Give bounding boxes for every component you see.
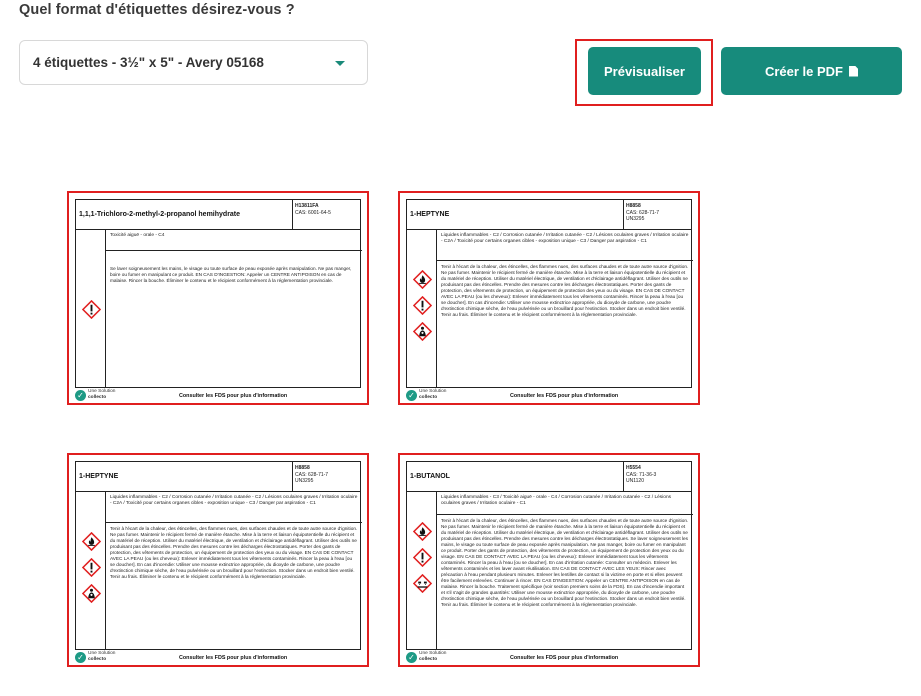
format-select[interactable]: 4 étiquettes - 3½" x 5" - Avery 05168: [19, 40, 368, 85]
label-preview: 1-HEPTYNE H8858 CAS: 628-71-7 UN3295 Liq…: [67, 453, 369, 667]
ghs-flame-icon: [412, 269, 433, 290]
section-divider: [437, 260, 693, 261]
file-icon: [849, 65, 859, 77]
logo-line-2: collecto: [88, 657, 107, 662]
precautionary-statements: Tenir à l'écart de la chaleur, des étinc…: [110, 526, 358, 579]
ghs-flame-icon: [81, 531, 102, 552]
collecto-logo-text: Une Solution collecto: [88, 651, 115, 663]
sds-footer-text: Consulter les FDS pour plus d'informatio…: [510, 655, 619, 661]
ghs-corrosion-icon: [412, 573, 433, 594]
ghs-exclamation-icon: [81, 557, 102, 578]
logo-line-2: collecto: [419, 657, 438, 662]
ghs-exclamation-icon: [412, 547, 433, 568]
logo-line-2: collecto: [419, 395, 438, 400]
ghs-exclamation-icon: [81, 299, 102, 320]
product-codes: H13811FA CAS: 6001-64-5: [292, 200, 362, 230]
preview-button-label: Prévisualiser: [604, 63, 685, 79]
label-preview: 1-HEPTYNE H8858 CAS: 628-71-7 UN3295 Liq…: [398, 191, 700, 405]
un-number: UN3295: [626, 216, 645, 222]
ghs-health-hazard-icon: [412, 321, 433, 342]
label-body: 1-HEPTYNE H8858 CAS: 628-71-7 UN3295 Liq…: [75, 461, 362, 650]
ghs-health-hazard-icon: [81, 583, 102, 604]
collecto-logo-icon: ✓: [75, 390, 86, 401]
section-divider: [106, 250, 362, 251]
product-codes: H5554 CAS: 71-36-3 UN1120: [623, 462, 693, 492]
pictogram-column: [76, 492, 106, 650]
product-name: 1,1,1-Trichloro-2-methyl-2-propanol hemi…: [79, 211, 241, 218]
label-body: 1-HEPTYNE H8858 CAS: 628-71-7 UN3295 Liq…: [406, 199, 693, 388]
format-select-value: 4 étiquettes - 3½" x 5" - Avery 05168: [33, 55, 264, 70]
label-preview: 1-BUTANOL H5554 CAS: 71-36-3 UN1120 Liqu…: [398, 453, 700, 667]
preview-button[interactable]: Prévisualiser: [588, 47, 701, 95]
create-pdf-button[interactable]: Créer le PDF: [721, 47, 902, 95]
product-codes: H8858 CAS: 628-71-7 UN3295: [623, 200, 693, 230]
pictogram-column: [76, 230, 106, 388]
hazard-statements: Liquides inflammables - C3 / Toxicité ai…: [441, 495, 672, 506]
logo-line-1: Une Solution: [88, 389, 116, 394]
label-body: 1,1,1-Trichloro-2-methyl-2-propanol hemi…: [75, 199, 362, 388]
product-name: 1-HEPTYNE: [410, 211, 450, 218]
precautionary-statements: Tenir à l'écart de la chaleur, des étinc…: [441, 264, 689, 317]
sds-footer-text: Consulter les FDS pour plus d'informatio…: [179, 655, 288, 661]
product-codes: H8858 CAS: 628-71-7 UN3295: [292, 462, 362, 492]
label-header: 1-HEPTYNE H8858 CAS: 628-71-7 UN3295: [76, 462, 360, 492]
precautionary-statements: Tenir à l'écart de la chaleur, des étinc…: [441, 518, 689, 607]
collecto-logo-text: Une Solution collecto: [419, 389, 446, 401]
label-footer: ✓ Une Solution collecto Consulter les FD…: [406, 389, 692, 403]
un-number: UN1120: [626, 478, 644, 484]
label-footer: ✓ Une Solution collecto Consulter les FD…: [406, 651, 692, 665]
hazard-statements: Toxicité aiguë - orale - C4: [110, 233, 165, 238]
precautionary-statements: Se laver soigneusement les mains, le vis…: [110, 266, 352, 283]
hazard-statements: Liquides inflammables - C2 / Corrosion c…: [441, 233, 689, 244]
label-header: 1-HEPTYNE H8858 CAS: 628-71-7 UN3295: [407, 200, 691, 230]
create-pdf-button-label: Créer le PDF: [764, 63, 844, 79]
un-number: UN3295: [295, 478, 314, 484]
collecto-logo-text: Une Solution collecto: [419, 651, 446, 663]
pictogram-column: [407, 492, 437, 650]
collecto-logo-icon: ✓: [406, 652, 417, 663]
logo-line-1: Une Solution: [419, 389, 447, 394]
chevron-down-icon: [335, 61, 345, 66]
label-preview: 1,1,1-Trichloro-2-methyl-2-propanol hemi…: [67, 191, 369, 405]
ghs-exclamation-icon: [412, 295, 433, 316]
ghs-flame-icon: [412, 521, 433, 542]
format-question: Quel format d'étiquettes désirez-vous ?: [19, 2, 295, 18]
label-footer: ✓ Une Solution collecto Consulter les FD…: [75, 389, 361, 403]
logo-line-1: Une Solution: [419, 651, 447, 656]
label-footer: ✓ Une Solution collecto Consulter les FD…: [75, 651, 361, 665]
collecto-logo-text: Une Solution collecto: [88, 389, 115, 401]
sds-footer-text: Consulter les FDS pour plus d'informatio…: [510, 393, 619, 399]
label-body: 1-BUTANOL H5554 CAS: 71-36-3 UN1120 Liqu…: [406, 461, 693, 650]
product-name: 1-BUTANOL: [410, 473, 450, 480]
logo-line-2: collecto: [88, 395, 107, 400]
logo-line-1: Une Solution: [88, 651, 116, 656]
cas-number: CAS: 6001-64-5: [295, 209, 331, 216]
label-header: 1-BUTANOL H5554 CAS: 71-36-3 UN1120: [407, 462, 691, 492]
product-name: 1-HEPTYNE: [79, 473, 119, 480]
sds-footer-text: Consulter les FDS pour plus d'informatio…: [179, 393, 288, 399]
section-divider: [106, 522, 362, 523]
pictogram-column: [407, 230, 437, 388]
hazard-statements: Liquides inflammables - C2 / Corrosion c…: [110, 495, 358, 506]
label-header: 1,1,1-Trichloro-2-methyl-2-propanol hemi…: [76, 200, 360, 230]
collecto-logo-icon: ✓: [406, 390, 417, 401]
collecto-logo-icon: ✓: [75, 652, 86, 663]
section-divider: [437, 514, 693, 515]
